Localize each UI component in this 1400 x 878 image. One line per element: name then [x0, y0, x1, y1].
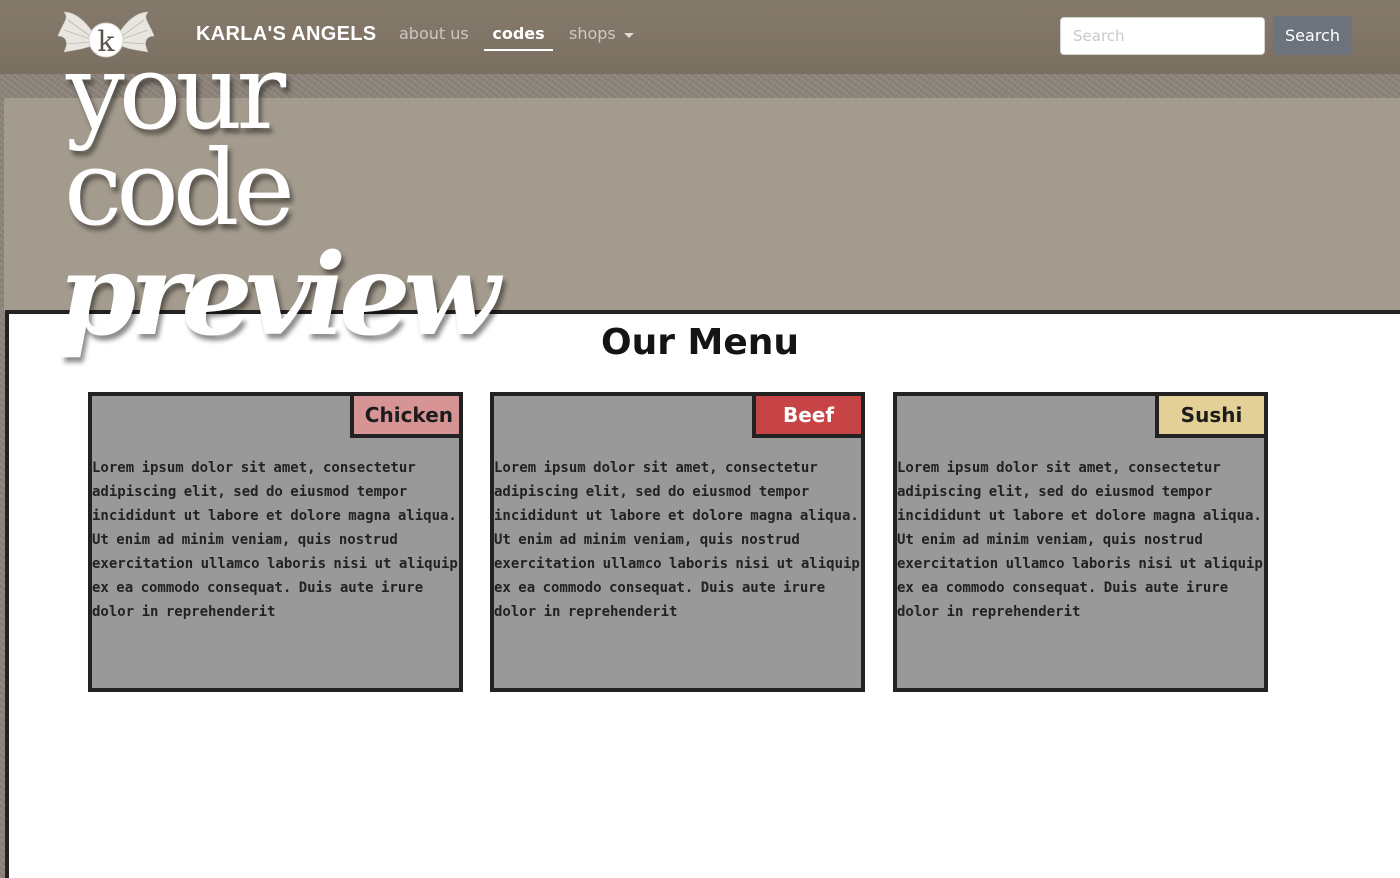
menu-card-beef: Beef Lorem ipsum dolor sit amet, consect…: [490, 392, 865, 692]
card-tag-beef: Beef: [752, 392, 865, 438]
nav-link-about-us[interactable]: about us: [399, 24, 469, 43]
hero-text-preview: preview: [58, 230, 500, 361]
search-button[interactable]: Search: [1273, 16, 1352, 55]
card-description: Lorem ipsum dolor sit amet, consectetur …: [92, 460, 458, 620]
hero-text-code: code: [64, 127, 295, 249]
nav-link-codes[interactable]: codes: [484, 24, 553, 51]
menu-card-sushi: Sushi Lorem ipsum dolor sit amet, consec…: [893, 392, 1268, 692]
card-description: Lorem ipsum dolor sit amet, consectetur …: [897, 460, 1263, 620]
nav-link-shops[interactable]: shops: [569, 24, 616, 43]
card-description: Lorem ipsum dolor sit amet, consectetur …: [494, 460, 860, 620]
menu-card-chicken: Chicken Lorem ipsum dolor sit amet, cons…: [88, 392, 463, 692]
chevron-down-icon[interactable]: [624, 33, 634, 38]
card-tag-sushi: Sushi: [1155, 392, 1268, 438]
card-tag-chicken: Chicken: [350, 392, 463, 438]
search-input[interactable]: [1060, 17, 1265, 55]
